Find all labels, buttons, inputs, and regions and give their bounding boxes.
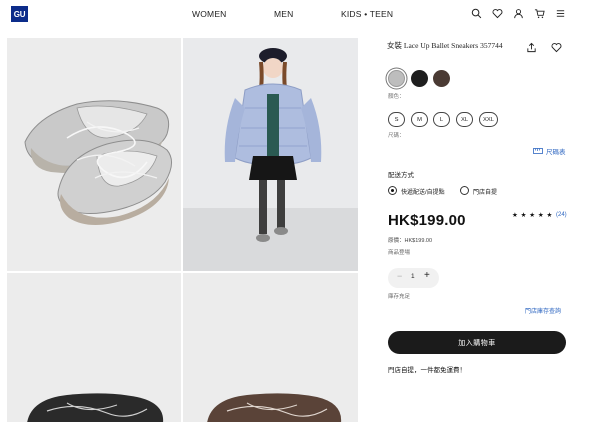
original-price: 原價：HK$199.00 [388, 238, 433, 244]
delivery-radio-store-pickup[interactable] [460, 186, 469, 195]
heart-icon[interactable] [492, 8, 503, 19]
size-option-m[interactable]: M [411, 112, 428, 127]
silver-shoes-image[interactable] [7, 38, 181, 271]
size-option-xxl[interactable]: XXL [479, 112, 498, 127]
top-navigation: GU WOMEN MEN KIDS • TEEN [0, 0, 600, 28]
menu-icon[interactable] [555, 8, 566, 19]
delivery-option-courier[interactable]: 快遞配送/自提點 [401, 187, 445, 196]
share-icon[interactable] [526, 42, 537, 53]
size-label: 尺碼： [388, 133, 405, 139]
black-shoes-image[interactable] [7, 273, 181, 422]
delivery-option-store-pickup[interactable]: 門店自提 [473, 187, 497, 196]
delivery-method-title: 配送方式 [388, 172, 414, 179]
color-swatch-gray[interactable] [388, 70, 405, 87]
quantity-increase-button[interactable]: + [424, 270, 430, 281]
stock-status: 庫存充足 [388, 294, 411, 300]
model-image[interactable] [183, 38, 358, 271]
gu-logo[interactable]: GU [11, 6, 28, 22]
size-chart-label: 尺碼表 [546, 149, 566, 156]
quantity-value: 1 [411, 273, 415, 280]
silver-shoes-illustration [24, 100, 172, 225]
cart-icon[interactable] [534, 8, 545, 19]
product-title: 女裝 Lace Up Ballet Sneakers 357744 [387, 41, 503, 50]
launch-note: 商品登場 [388, 250, 411, 256]
product-image-gallery [7, 38, 358, 422]
size-chart-link[interactable]: 尺碼表 [533, 146, 566, 156]
color-swatch-black[interactable] [411, 70, 428, 87]
quantity-decrease-button[interactable]: − [397, 271, 402, 281]
brown-shoes-illustration [207, 393, 342, 422]
nav-men[interactable]: MEN [274, 9, 294, 19]
quantity-stepper: − 1 + [388, 268, 439, 288]
add-to-cart-button[interactable]: 加入購物車 [388, 331, 566, 354]
model-illustration [183, 48, 358, 271]
black-shoes-illustration [27, 393, 164, 422]
rating-stars[interactable]: ★ ★ ★ ★ ★ [512, 211, 553, 219]
store-stock-link[interactable]: 門店庫存查詢 [525, 306, 561, 315]
size-option-l[interactable]: L [433, 112, 450, 127]
ruler-icon [533, 148, 543, 154]
search-icon[interactable] [471, 8, 482, 19]
free-shipping-note: 門店自提，一件都免運費！ [388, 367, 466, 374]
favorite-heart-icon[interactable] [551, 42, 562, 53]
nav-kids-teen[interactable]: KIDS • TEEN [341, 9, 393, 19]
delivery-radio-courier[interactable] [388, 186, 397, 195]
review-count-link[interactable]: (24) [556, 212, 567, 218]
nav-women[interactable]: WOMEN [192, 9, 227, 19]
product-price: HK$199.00 [388, 212, 466, 229]
color-label: 顏色： [388, 94, 405, 100]
brown-shoes-image[interactable] [183, 273, 358, 422]
size-option-xl[interactable]: XL [456, 112, 473, 127]
color-swatch-brown[interactable] [433, 70, 450, 87]
size-option-s[interactable]: S [388, 112, 405, 127]
user-icon[interactable] [513, 8, 524, 19]
